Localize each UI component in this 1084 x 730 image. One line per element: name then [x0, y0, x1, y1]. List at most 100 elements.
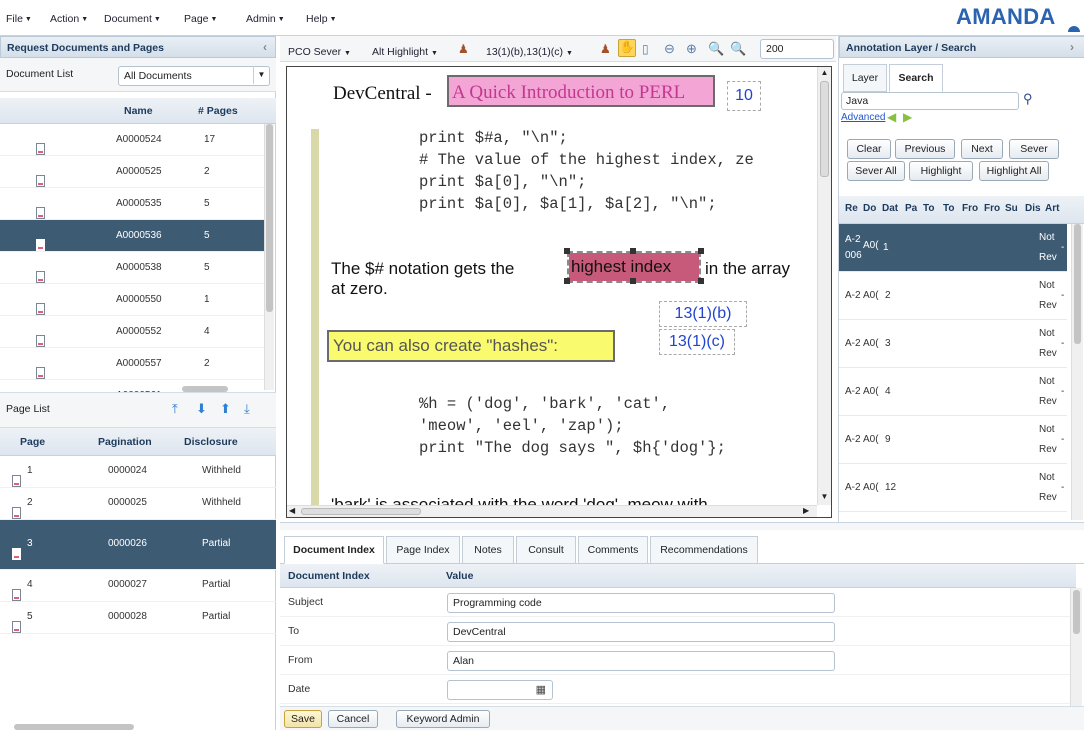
stamp-remove-icon[interactable]: ♟ — [600, 42, 611, 56]
annotation-row[interactable]: A-2 A0(4 Not - Rev — [839, 368, 1067, 416]
date-field[interactable]: ▦ — [447, 680, 553, 700]
index-scrollbar[interactable] — [1070, 588, 1082, 706]
field-input[interactable]: DevCentral — [447, 622, 835, 642]
zoom-out-icon[interactable]: 🔍 — [730, 41, 746, 57]
col-page[interactable]: Page — [20, 436, 45, 448]
doc-row[interactable]: A0000557 2 — [0, 348, 264, 380]
cancel-button[interactable]: Cancel — [328, 710, 378, 728]
tab-document-index[interactable]: Document Index — [284, 536, 384, 564]
fit-page-icon[interactable]: ⊕ — [686, 41, 697, 57]
annotation-row[interactable]: A-2 A0(3 Not - Rev — [839, 320, 1067, 368]
chevron-down-icon[interactable]: ▼ — [253, 66, 269, 84]
tab-consult[interactable]: Consult — [516, 536, 576, 564]
highlight-button[interactable]: Highlight — [909, 161, 973, 181]
page-row[interactable]: 1 0000024 Withheld — [0, 456, 276, 488]
menu-page[interactable]: Page ▼ — [184, 13, 217, 25]
col-subject[interactable]: Su — [1005, 203, 1018, 214]
doc-row[interactable]: A0000524 17 — [0, 124, 264, 156]
up-arrow-icon[interactable]: ⬆ — [220, 401, 231, 417]
doc-title-link[interactable]: A Quick Introduction to PERL — [447, 75, 715, 107]
page-icon[interactable]: ▯ — [642, 42, 649, 56]
fit-width-icon[interactable]: ⊖ — [664, 41, 675, 57]
col-name[interactable]: Name — [124, 105, 153, 117]
menu-file[interactable]: File ▼ — [6, 13, 32, 25]
page-row[interactable]: 2 0000025 Withheld — [0, 488, 276, 520]
last-page-icon[interactable]: ⤓ — [244, 401, 250, 417]
zoom-in-icon[interactable]: 🔍 — [708, 41, 724, 57]
col-document-index[interactable]: Document Index — [288, 570, 370, 582]
handle[interactable] — [630, 278, 636, 284]
keyword-admin-button[interactable]: Keyword Admin — [396, 710, 490, 728]
alt-highlight-dropdown[interactable]: Alt Highlight ▼ — [372, 46, 438, 58]
col-page[interactable]: Pa — [905, 203, 917, 214]
tab-comments[interactable]: Comments — [578, 536, 648, 564]
col-pagination[interactable]: Pagination — [98, 436, 152, 448]
save-button[interactable]: Save — [284, 710, 322, 728]
col-to[interactable]: To — [923, 203, 934, 214]
handle[interactable] — [698, 278, 704, 284]
doc-row[interactable]: A0000536 5 — [0, 220, 264, 252]
highlighted-phrase[interactable]: highest index — [569, 253, 699, 281]
highlight-all-button[interactable]: Highlight All — [979, 161, 1049, 181]
page-row[interactable]: 5 0000028 Partial — [0, 602, 276, 634]
search-input[interactable]: Java — [841, 92, 1019, 110]
col-disclosure[interactable]: Disclosure — [184, 436, 238, 448]
page-hscroll-thumb[interactable] — [14, 724, 134, 730]
menu-help[interactable]: Help ▼ — [306, 13, 337, 25]
menu-admin[interactable]: Admin ▼ — [246, 13, 285, 25]
handle[interactable] — [698, 248, 704, 254]
annotation-row[interactable]: A-2 006 A0(1 Not - Rev — [839, 224, 1067, 272]
menu-action[interactable]: Action ▼ — [50, 13, 88, 25]
collapse-right-icon[interactable]: › — [1070, 40, 1074, 54]
annotation-row[interactable]: A-2 A0(12 Not - Rev — [839, 464, 1067, 512]
code-13c-annotation[interactable]: 13(1)(c) — [659, 329, 735, 355]
sever-button[interactable]: Sever — [1009, 139, 1059, 159]
annotation-row[interactable]: A-2 A0(2 Not - Rev — [839, 272, 1067, 320]
page-row[interactable]: 4 0000027 Partial — [0, 570, 276, 602]
pco-sever-dropdown[interactable]: PCO Sever ▼ — [288, 46, 351, 58]
search-icon[interactable]: ⚲ — [1023, 91, 1033, 107]
col-to-2[interactable]: To — [943, 203, 954, 214]
viewer-vscroll[interactable]: ▲ ▼ — [817, 67, 831, 505]
doc-filter-select[interactable]: All Documents ▼ — [118, 66, 270, 86]
zoom-input[interactable]: 200 — [760, 39, 834, 59]
col-art[interactable]: Art — [1045, 203, 1059, 214]
code-13b-annotation[interactable]: 13(1)(b) — [659, 301, 747, 327]
doc-row[interactable]: A0000525 2 — [0, 156, 264, 188]
field-input[interactable]: Alan — [447, 651, 835, 671]
next-button[interactable]: Next — [961, 139, 1003, 159]
document-viewer[interactable]: DevCentral - A Quick Introduction to PER… — [286, 66, 832, 518]
col-value[interactable]: Value — [446, 570, 473, 582]
handle[interactable] — [564, 278, 570, 284]
doc-row[interactable]: A0000535 5 — [0, 188, 264, 220]
tab-layer[interactable]: Layer — [843, 64, 887, 92]
down-arrow-icon[interactable]: ⬇ — [196, 401, 207, 417]
doc-grid-scrollbar[interactable] — [264, 124, 274, 390]
col-pages[interactable]: # Pages — [198, 105, 238, 117]
col-re[interactable]: Re — [845, 203, 858, 214]
stamp-icon[interactable]: ♟ — [458, 42, 469, 56]
collapse-left-icon[interactable]: ‹ — [263, 40, 267, 54]
doc-row[interactable]: A0000550 1 — [0, 284, 264, 316]
annotation-row[interactable]: A-2 A0(9 Not - Rev — [839, 416, 1067, 464]
col-date[interactable]: Dat — [882, 203, 898, 214]
col-doc[interactable]: Do — [863, 203, 876, 214]
right-arrow-icon[interactable]: ▶ — [903, 110, 912, 124]
page-row[interactable]: 3 0000026 Partial — [0, 520, 276, 570]
calendar-icon[interactable]: ▦ — [536, 683, 546, 696]
tab-notes[interactable]: Notes — [462, 536, 514, 564]
previous-button[interactable]: Previous — [895, 139, 955, 159]
tab-recommendations[interactable]: Recommendations — [650, 536, 758, 564]
first-page-icon[interactable]: ⤒ — [172, 401, 178, 417]
exemption-codes-dropdown[interactable]: 13(1)(b),13(1)(c) ▼ — [486, 46, 573, 58]
splitter[interactable] — [280, 522, 1084, 530]
handle[interactable] — [630, 248, 636, 254]
col-from-2[interactable]: Fro — [984, 203, 1000, 214]
doc-row[interactable]: A0000538 5 — [0, 252, 264, 284]
sever-all-button[interactable]: Sever All — [847, 161, 905, 181]
left-arrow-icon[interactable]: ◀ — [887, 110, 896, 124]
col-from[interactable]: Fro — [962, 203, 978, 214]
viewer-hscroll[interactable]: ◀ ▶ — [287, 505, 817, 517]
hand-tool-icon[interactable]: ✋ — [618, 39, 636, 57]
annotation-scrollbar[interactable] — [1071, 224, 1083, 520]
